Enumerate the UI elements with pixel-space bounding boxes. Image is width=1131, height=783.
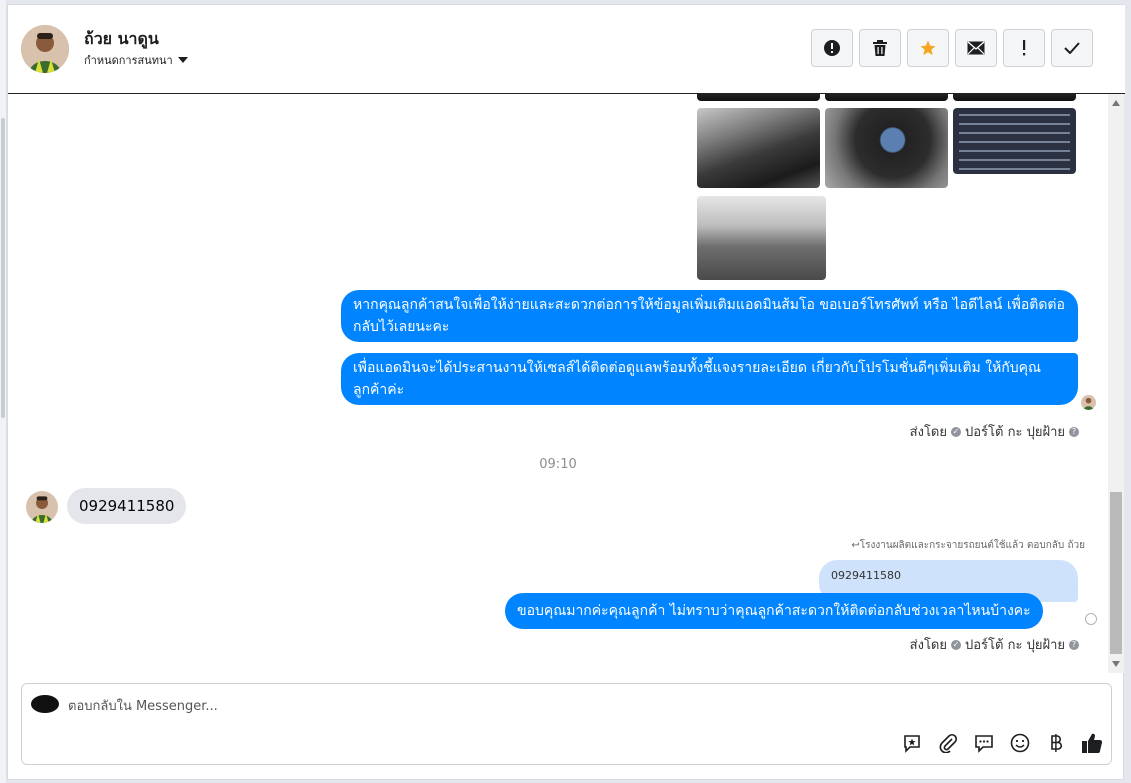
delivered-check-icon (1085, 613, 1097, 625)
conversation-schedule-label: กำหนดการสนทนา (84, 54, 173, 67)
sent-by-label: ส่งโดย (909, 638, 947, 653)
sender-name: ปอร์โต้ กะ ปุยฝ้าย (965, 638, 1065, 653)
sender-name: ปอร์โต้ กะ ปุยฝ้าย (965, 425, 1065, 440)
attached-photo-seats[interactable] (697, 196, 826, 280)
thumbs-up-icon (1081, 733, 1102, 753)
check-icon (1064, 42, 1080, 54)
star-button[interactable] (907, 29, 949, 67)
message-thread[interactable]: หากคุณลูกค้าสนใจเพื่อให้ง่ายและสะดวกต่อก… (8, 94, 1108, 673)
page-logo-avatar (31, 695, 59, 713)
left-scrollbar[interactable] (0, 0, 7, 783)
check-badge-icon: ✓ (951, 426, 961, 437)
contact-avatar[interactable] (21, 25, 69, 73)
help-icon[interactable]: ? (1069, 426, 1079, 437)
header-toolbar (811, 29, 1093, 67)
follow-up-button[interactable] (1003, 29, 1045, 67)
outgoing-reply-message[interactable]: ขอบคุณมากค่ะคุณลูกค้า ไม่ทราบว่าคุณลูกค้… (505, 593, 1043, 629)
reply-context: ↩โรงงานผลิตและกระจายรถยนต์ใช้แล้ว ตอบกลั… (851, 538, 1085, 553)
scroll-up-icon[interactable] (1112, 100, 1120, 106)
mark-unread-button[interactable] (955, 29, 997, 67)
attached-photo[interactable] (953, 94, 1076, 101)
composer-tools (899, 730, 1104, 755)
app-frame: ถ้วย นาดูน กำหนดการสนทนา หากคุณลูกค้าสนใ… (0, 0, 1131, 783)
baht-icon (1050, 733, 1062, 752)
emoji-icon (1010, 733, 1029, 752)
saved-reply-icon (903, 734, 920, 753)
scrollbar-thumb[interactable] (1110, 492, 1122, 654)
check-badge-icon: ✓ (951, 639, 961, 650)
attached-photo-dashboard[interactable] (825, 108, 948, 188)
outgoing-message[interactable]: หากคุณลูกค้าสนใจเพื่อให้ง่ายและสะดวกต่อก… (341, 290, 1078, 342)
saved-reply-button[interactable] (899, 730, 924, 755)
incoming-message[interactable]: 0929411580 (67, 488, 187, 524)
emoji-button[interactable] (1007, 730, 1032, 755)
payment-button[interactable] (1043, 730, 1068, 755)
attached-photo[interactable] (825, 94, 948, 101)
like-button[interactable] (1079, 730, 1104, 755)
reply-arrow-icon: ↩ (851, 540, 860, 551)
time-divider: 09:10 (539, 457, 577, 472)
contact-avatar-small[interactable] (26, 491, 58, 523)
quick-message-button[interactable] (971, 730, 996, 755)
message-composer (21, 683, 1112, 765)
delete-button[interactable] (859, 29, 901, 67)
conversation-schedule-dropdown[interactable]: กำหนดการสนทนา (84, 51, 188, 69)
attached-photo[interactable] (697, 94, 820, 101)
reply-context-text: โรงงานผลิตและกระจายรถยนต์ใช้แล้ว ตอบกลับ… (859, 540, 1085, 551)
attached-photo-interior[interactable] (697, 108, 820, 188)
caret-down-icon (177, 57, 188, 63)
contact-name[interactable]: ถ้วย นาดูน (84, 27, 159, 52)
outgoing-message[interactable]: เพื่อแอดมินจะได้ประสานงานให้เซลส์ได้ติดต… (341, 353, 1078, 405)
star-icon (920, 40, 936, 56)
envelope-icon (967, 41, 985, 55)
thread-scrollbar[interactable] (1108, 94, 1124, 673)
exclamation-icon (1023, 40, 1026, 56)
page-avatar (1081, 395, 1096, 410)
trash-icon (873, 40, 887, 56)
attachment-icon (939, 733, 957, 753)
conversation-header: ถ้วย นาดูน กำหนดการสนทนา (8, 5, 1125, 94)
sent-by-info: ส่งโดย ✓ ปอร์โต้ กะ ปุยฝ้าย ? (910, 634, 1079, 655)
help-icon[interactable]: ? (1069, 639, 1079, 650)
mark-done-button[interactable] (1051, 29, 1093, 67)
sent-by-label: ส่งโดย (909, 425, 947, 440)
conversation-panel: ถ้วย นาดูน กำหนดการสนทนา หากคุณลูกค้าสนใ… (7, 4, 1125, 780)
attach-button[interactable] (935, 730, 960, 755)
scroll-down-icon[interactable] (1112, 661, 1120, 667)
reply-input[interactable] (68, 696, 868, 716)
attached-photo-document[interactable] (953, 108, 1076, 174)
sent-by-info: ส่งโดย ✓ ปอร์โต้ กะ ปุยฝ้าย ? (910, 421, 1079, 442)
left-scrollbar-thumb[interactable] (1, 118, 5, 418)
chat-bubble-icon (974, 734, 993, 753)
mark-spam-button[interactable] (811, 29, 853, 67)
alert-circle-icon (824, 40, 840, 56)
